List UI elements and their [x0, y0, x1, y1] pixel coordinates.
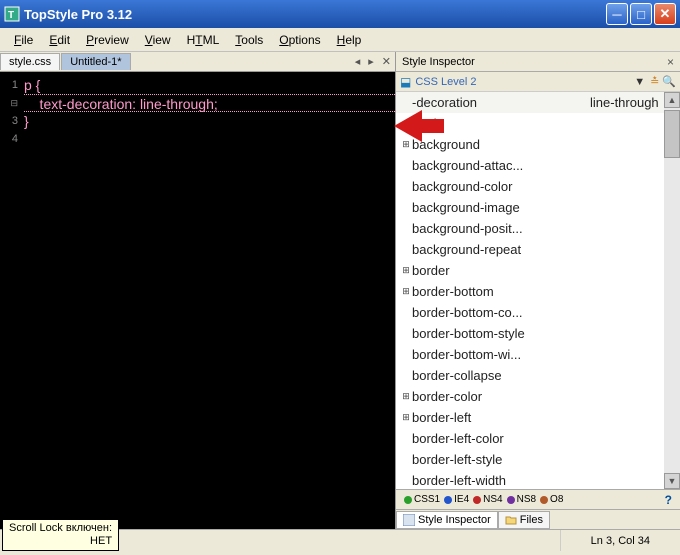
property-row[interactable]: background-attac...	[396, 155, 680, 176]
compat-label: NS4	[483, 494, 502, 505]
css-level-dropdown-icon[interactable]: ▼	[634, 76, 645, 88]
inspector-title-bar: Style Inspector ×	[396, 52, 680, 72]
svg-text:T: T	[8, 10, 14, 21]
property-list[interactable]: -decoration line-through muth⊞background…	[396, 92, 680, 489]
compat-legend: CSS1 IE4 NS4 NS8 O8?	[396, 489, 680, 509]
window-title: TopStyle Pro 3.12	[24, 7, 604, 22]
compat-label: CSS1	[414, 494, 440, 505]
cursor-position: Ln 3, Col 34	[561, 535, 680, 547]
tab-prev-icon[interactable]: ◂	[351, 55, 365, 68]
property-row[interactable]: ⊞border-left	[396, 407, 680, 428]
property-row[interactable]: border-bottom-wi...	[396, 344, 680, 365]
property-row[interactable]: ⊞border	[396, 260, 680, 281]
menu-html[interactable]: HTML	[179, 31, 228, 49]
scroll-down-icon[interactable]: ▼	[664, 473, 680, 489]
menu-help[interactable]: Help	[329, 31, 370, 49]
help-icon[interactable]: ?	[661, 493, 676, 507]
line-gutter: 1 ⊟ 3 4	[0, 72, 20, 529]
compat-dot	[404, 496, 412, 504]
style-inspector-icon	[403, 514, 415, 526]
sort-icon[interactable]: ≛	[650, 75, 659, 88]
compat-label: IE4	[454, 494, 469, 505]
property-row[interactable]: background-posit...	[396, 218, 680, 239]
compat-dot	[473, 496, 481, 504]
compat-dot	[444, 496, 452, 504]
compat-dot	[540, 496, 548, 504]
tab-close-icon[interactable]: ✕	[378, 55, 395, 68]
menu-tools[interactable]: Tools	[227, 31, 271, 49]
css-level-bar: ⬓ CSS Level 2 ▼ ≛ 🔍	[396, 72, 680, 92]
property-row[interactable]: ⊞border-bottom	[396, 281, 680, 302]
tab-next-icon[interactable]: ▸	[364, 55, 378, 68]
search-icon[interactable]: 🔍	[662, 75, 676, 88]
editor-tabs: style.css Untitled-1* ◂ ▸ ✕	[0, 52, 395, 72]
tab-files[interactable]: Files	[498, 511, 550, 529]
maximize-button[interactable]: □	[630, 3, 652, 25]
scroll-lock-tooltip: Scroll Lock включен: НЕТ	[2, 519, 119, 551]
compat-label: NS8	[517, 494, 536, 505]
compat-label: O8	[550, 494, 563, 505]
code-editor[interactable]: 1 ⊟ 3 4 p { text-decoration: line-throug…	[0, 72, 395, 529]
property-row[interactable]: border-bottom-co...	[396, 302, 680, 323]
app-icon: T	[4, 6, 20, 22]
menu-preview[interactable]: Preview	[78, 31, 137, 49]
scroll-thumb[interactable]	[664, 110, 680, 158]
property-row[interactable]: background-repeat	[396, 239, 680, 260]
property-row[interactable]: border-left-width	[396, 470, 680, 489]
selected-property-row[interactable]: -decoration line-through	[396, 92, 680, 113]
tab-style-inspector[interactable]: Style Inspector	[396, 511, 498, 529]
inspector-pane: Style Inspector × ⬓ CSS Level 2 ▼ ≛ 🔍 -d…	[395, 52, 680, 529]
property-row[interactable]: ⊞background	[396, 134, 680, 155]
css-level-icon: ⬓	[400, 75, 411, 89]
code-area[interactable]: p { text-decoration: line-through; }	[20, 72, 395, 529]
property-row[interactable]: ⊞border-color	[396, 386, 680, 407]
compat-dot	[507, 496, 515, 504]
menu-bar: File Edit Preview View HTML Tools Option…	[0, 28, 680, 52]
property-row[interactable]: border-bottom-style	[396, 323, 680, 344]
property-row[interactable]: background-image	[396, 197, 680, 218]
inspector-title: Style Inspector	[402, 56, 475, 68]
css-level-label[interactable]: CSS Level 2	[415, 76, 632, 88]
scrollbar[interactable]: ▲ ▼	[664, 92, 680, 489]
menu-options[interactable]: Options	[271, 31, 328, 49]
scroll-up-icon[interactable]: ▲	[664, 92, 680, 108]
property-row[interactable]: muth	[396, 113, 680, 134]
folder-icon	[505, 514, 517, 526]
menu-view[interactable]: View	[137, 31, 179, 49]
close-button[interactable]: ✕	[654, 3, 676, 25]
inspector-bottom-tabs: Style Inspector Files	[396, 509, 680, 529]
property-row[interactable]: border-collapse	[396, 365, 680, 386]
menu-edit[interactable]: Edit	[41, 31, 78, 49]
inspector-close-icon[interactable]: ×	[667, 55, 674, 69]
property-row[interactable]: border-left-style	[396, 449, 680, 470]
editor-pane: style.css Untitled-1* ◂ ▸ ✕ 1 ⊟ 3 4 p { …	[0, 52, 395, 529]
menu-file[interactable]: File	[6, 31, 41, 49]
main-area: style.css Untitled-1* ◂ ▸ ✕ 1 ⊟ 3 4 p { …	[0, 52, 680, 529]
property-row[interactable]: background-color	[396, 176, 680, 197]
minimize-button[interactable]: ─	[606, 3, 628, 25]
tab-style-css[interactable]: style.css	[0, 53, 60, 70]
property-row[interactable]: border-left-color	[396, 428, 680, 449]
tab-untitled[interactable]: Untitled-1*	[61, 53, 130, 70]
title-bar: T TopStyle Pro 3.12 ─ □ ✕	[0, 0, 680, 28]
